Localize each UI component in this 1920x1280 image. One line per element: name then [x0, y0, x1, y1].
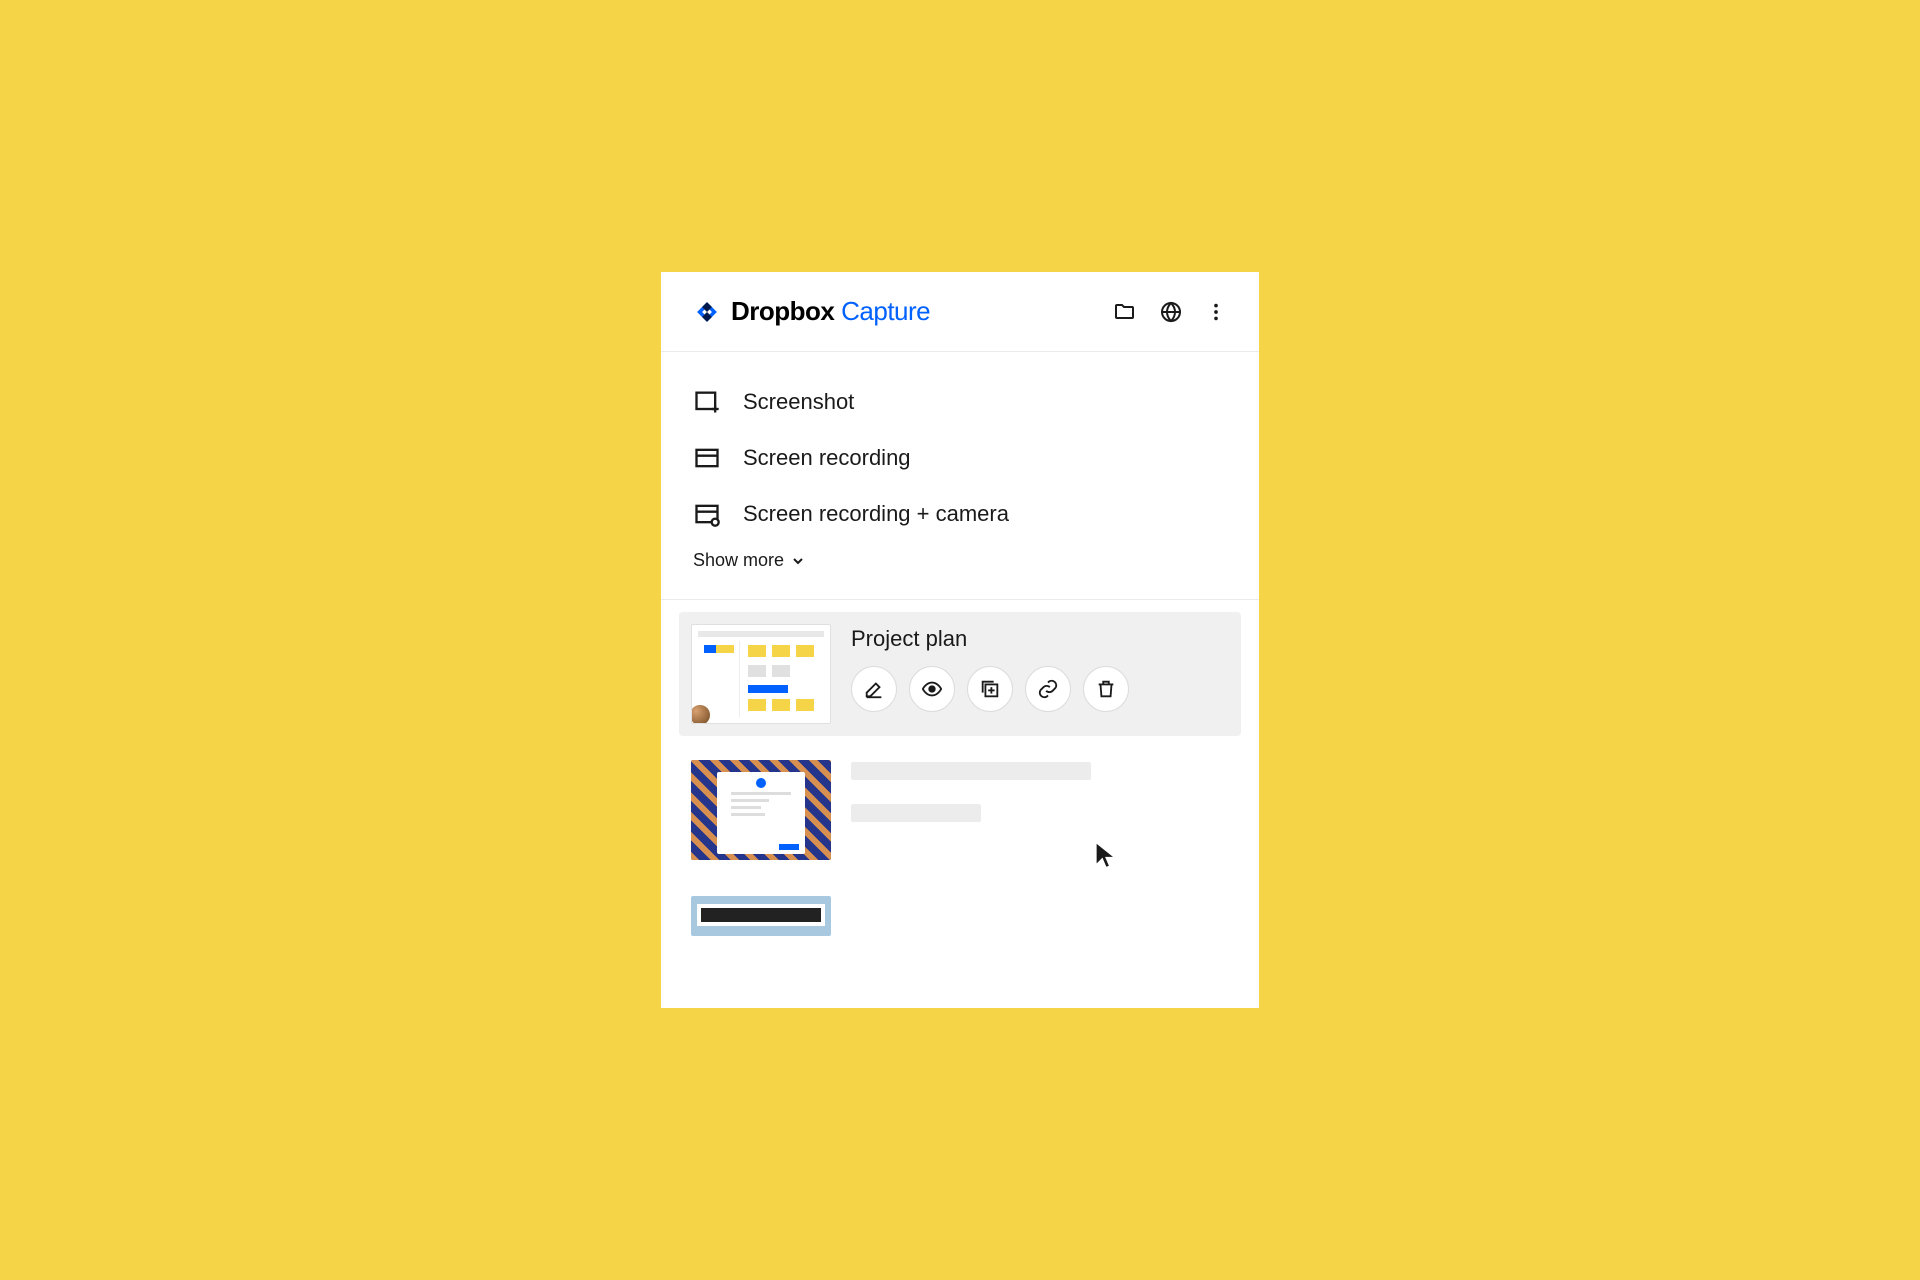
show-more-label: Show more	[693, 550, 784, 571]
view-button[interactable]	[909, 666, 955, 712]
copy-link-button[interactable]	[1025, 666, 1071, 712]
option-screenshot[interactable]: Screenshot	[693, 374, 1227, 430]
delete-button[interactable]	[1083, 666, 1129, 712]
screen-recording-camera-icon	[693, 500, 721, 528]
globe-icon[interactable]	[1159, 300, 1183, 324]
show-more-button[interactable]: Show more	[693, 542, 1227, 589]
folder-icon[interactable]	[1113, 300, 1137, 324]
option-screen-recording[interactable]: Screen recording	[693, 430, 1227, 486]
link-icon	[1037, 678, 1059, 700]
option-label: Screen recording + camera	[743, 501, 1009, 527]
header-actions	[1113, 300, 1227, 324]
placeholder-line	[851, 762, 1091, 780]
panel-header: Dropbox Capture	[661, 272, 1259, 352]
capture-options: Screenshot Screen recording Screen recor…	[661, 352, 1259, 599]
brand: Dropbox Capture	[693, 296, 930, 327]
capture-meta: Project plan	[851, 624, 1229, 712]
capture-panel: Dropbox Capture	[661, 272, 1259, 1008]
capture-meta	[851, 760, 1229, 822]
capture-thumbnail	[691, 896, 831, 936]
trash-icon	[1095, 678, 1117, 700]
more-icon[interactable]	[1205, 301, 1227, 323]
capture-list: Project plan	[661, 600, 1259, 948]
screen-recording-icon	[693, 444, 721, 472]
edit-icon	[863, 678, 885, 700]
brand-text: Dropbox Capture	[731, 296, 930, 327]
capture-item[interactable]: Project plan	[679, 612, 1241, 736]
add-to-collection-button[interactable]	[967, 666, 1013, 712]
option-label: Screenshot	[743, 389, 854, 415]
capture-title: Project plan	[851, 626, 1229, 652]
add-to-collection-icon	[979, 678, 1001, 700]
capture-actions	[851, 666, 1229, 712]
capture-meta	[851, 896, 1229, 898]
eye-icon	[921, 678, 943, 700]
edit-button[interactable]	[851, 666, 897, 712]
option-label: Screen recording	[743, 445, 911, 471]
brand-main: Dropbox	[731, 296, 834, 326]
capture-item[interactable]	[679, 884, 1241, 948]
presenter-avatar	[691, 703, 712, 724]
dropbox-logo-icon	[693, 298, 721, 326]
screenshot-icon	[693, 388, 721, 416]
capture-thumbnail	[691, 760, 831, 860]
placeholder-line	[851, 804, 981, 822]
brand-sub: Capture	[841, 296, 930, 326]
chevron-down-icon	[790, 553, 806, 569]
capture-item[interactable]	[679, 748, 1241, 872]
capture-thumbnail	[691, 624, 831, 724]
option-screen-recording-camera[interactable]: Screen recording + camera	[693, 486, 1227, 542]
